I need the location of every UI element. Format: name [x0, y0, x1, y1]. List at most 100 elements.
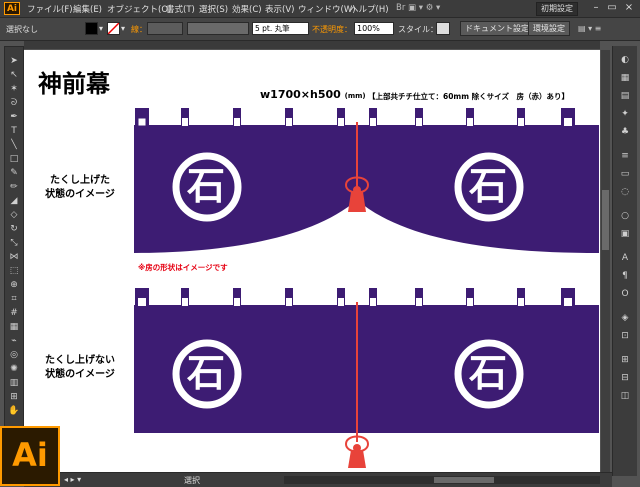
stroke-label[interactable]: 線： [131, 24, 147, 35]
line-tool-icon[interactable]: ╲ [8, 139, 20, 151]
pen-tool-icon[interactable]: ✒ [8, 111, 20, 123]
tassel-note: ※房の形状はイメージです [138, 263, 228, 272]
layers-panel-icon[interactable]: ◈ [618, 312, 632, 324]
crest-char-top-left: 石 [187, 163, 226, 208]
fill-dropdown-icon[interactable]: ▾ [99, 24, 103, 33]
brush-label: 5 pt. 丸筆 [255, 24, 290, 33]
eyedropper-tool-icon[interactable]: ⌁ [8, 335, 20, 347]
menu-edit[interactable]: 編集(E) [73, 3, 102, 15]
color-panel-icon[interactable]: ◐ [618, 54, 632, 66]
pathfinder-panel-icon[interactable]: ◫ [618, 390, 632, 402]
dimension-main: w1700×h500 [260, 88, 341, 101]
minimize-icon[interactable]: – [588, 1, 604, 15]
scale-tool-icon[interactable]: ⤡ [8, 237, 20, 249]
stroke-weight-field[interactable] [147, 22, 183, 35]
gradient-tool-icon[interactable]: ▦ [8, 321, 20, 333]
label-flat-line2: 状態のイメージ [45, 369, 115, 380]
graphic-style-swatch[interactable] [436, 22, 450, 35]
selection-tool-icon[interactable]: ➤ [8, 55, 20, 67]
zoom-controls[interactable]: ◂ ▸ ▾ [64, 475, 81, 484]
paragraph-panel-icon[interactable]: ¶ [618, 270, 632, 282]
menu-select[interactable]: 選択(S) [199, 3, 228, 15]
dimension-unit: (mm) [344, 92, 366, 100]
align-panel-icon[interactable]: ⊟ [618, 372, 632, 384]
label-gathered-line1: たくし上げた [50, 175, 110, 186]
paintbrush-tool-icon[interactable]: ✎ [8, 167, 20, 179]
rectangle-tool-icon[interactable]: □ [8, 153, 20, 165]
menu-file[interactable]: ファイル(F) [27, 3, 73, 15]
menu-type[interactable]: 書式(T) [166, 3, 195, 15]
status-tool[interactable]: 選択 [184, 475, 200, 486]
opentype-panel-icon[interactable]: O [618, 288, 632, 300]
stroke-dropdown-icon[interactable]: ▾ [121, 24, 125, 33]
vertical-scroll-thumb[interactable] [602, 190, 609, 250]
document-title: 神前幕 [38, 69, 110, 98]
blend-tool-icon[interactable]: ◎ [8, 349, 20, 361]
rotate-tool-icon[interactable]: ↻ [8, 223, 20, 235]
vertical-scrollbar[interactable] [601, 50, 610, 472]
type-tool-icon[interactable]: T [8, 125, 20, 137]
maximize-icon[interactable]: ▭ [604, 1, 620, 15]
document-tab-row [24, 41, 600, 49]
free-transform-tool-icon[interactable]: ⬚ [8, 265, 20, 277]
opacity-value: 100% [357, 24, 380, 33]
graphic-styles-icon[interactable]: ▣ [618, 228, 632, 240]
lasso-tool-icon[interactable]: ᘐ [8, 97, 20, 109]
bridge-icon[interactable]: Br ▣ ▾ ⚙ ▾ [396, 3, 440, 13]
gradient-panel-icon[interactable]: ▭ [618, 168, 632, 180]
mesh-tool-icon[interactable]: # [8, 307, 20, 319]
swatches-panel-icon[interactable]: ▤ [618, 90, 632, 102]
transparency-panel-icon[interactable]: ◌ [618, 186, 632, 198]
horizontal-scroll-thumb[interactable] [434, 477, 494, 483]
menu-view[interactable]: 表示(V) [265, 3, 294, 15]
brush-definition[interactable]: 5 pt. 丸筆 [252, 22, 309, 35]
stroke-swatch[interactable] [107, 22, 120, 35]
arrange-icon[interactable]: ▤ ▾ ≡ [578, 24, 601, 33]
spec-text: 【上部共チチ仕立て：60mm 除くサイズ 房（赤）あり】 [368, 92, 569, 101]
direct-selection-tool-icon[interactable]: ↖ [8, 69, 20, 81]
control-bar: 選択なし ▾ ▾ 線： 5 pt. 丸筆 不透明度： 100% スタイル： ドキ… [0, 18, 640, 41]
magic-wand-tool-icon[interactable]: ✶ [8, 83, 20, 95]
menu-effect[interactable]: 効果(C) [232, 3, 262, 15]
character-panel-icon[interactable]: A [618, 252, 632, 264]
status-bar: ◂ ▸ ▾ 選択 [24, 472, 612, 487]
color-guide-icon[interactable]: ▦ [618, 72, 632, 84]
illustrator-logo: Ai [0, 426, 60, 486]
pencil-tool-icon[interactable]: ✏ [8, 181, 20, 193]
style-label: スタイル： [398, 25, 438, 34]
graph-tool-icon[interactable]: ▥ [8, 377, 20, 389]
banner-artwork [134, 108, 599, 468]
artboard-tool-icon[interactable]: ⊞ [8, 391, 20, 403]
artboards-panel-icon[interactable]: ⊡ [618, 330, 632, 342]
artboard[interactable]: 石 石 石 石 神前幕 w1700×h500 (mm) 【上部共チチ仕立て：60… [24, 50, 600, 472]
transform-panel-icon[interactable]: ⊞ [618, 354, 632, 366]
symbols-panel-icon[interactable]: ♣ [618, 126, 632, 138]
hand-tool-icon[interactable]: ✋ [8, 405, 20, 417]
menu-window[interactable]: ウィンドウ(W) [298, 3, 356, 15]
opacity-field[interactable]: 100% [354, 22, 394, 35]
menu-help[interactable]: ヘルプ(H) [350, 3, 389, 15]
preferences-button[interactable]: 環境設定 [528, 21, 570, 36]
width-tool-icon[interactable]: ⋈ [8, 251, 20, 263]
brushes-panel-icon[interactable]: ✦ [618, 108, 632, 120]
document-setup-button[interactable]: ドキュメント設定 [460, 21, 534, 36]
perspective-grid-tool-icon[interactable]: ⌗ [8, 293, 20, 305]
workspace-switcher[interactable]: 初期設定 [536, 2, 578, 16]
app-logo: Ai [4, 2, 20, 15]
eraser-tool-icon[interactable]: ◇ [8, 209, 20, 221]
fill-swatch[interactable] [85, 22, 98, 35]
shape-builder-tool-icon[interactable]: ⊕ [8, 279, 20, 291]
tools-panel: ➤ ↖ ✶ ᘐ ✒ T ╲ □ ✎ ✏ ◢ ◇ ↻ ⤡ ⋈ ⬚ ⊕ ⌗ # ▦ … [4, 46, 24, 428]
blob-brush-tool-icon[interactable]: ◢ [8, 195, 20, 207]
opacity-label[interactable]: 不透明度： [312, 24, 352, 35]
menu-object[interactable]: オブジェクト(O) [107, 3, 171, 15]
stroke-panel-icon[interactable]: ≡ [618, 150, 632, 162]
appearance-panel-icon[interactable]: ○ [618, 210, 632, 222]
variable-width-field[interactable] [187, 22, 249, 35]
close-icon[interactable]: × [621, 1, 637, 15]
symbol-sprayer-tool-icon[interactable]: ✺ [8, 363, 20, 375]
crest-char-bottom-right: 石 [469, 350, 508, 395]
crest-char-top-right: 石 [469, 163, 508, 208]
horizontal-scrollbar[interactable] [284, 476, 600, 484]
label-flat-line1: たくし上げない [45, 355, 115, 366]
